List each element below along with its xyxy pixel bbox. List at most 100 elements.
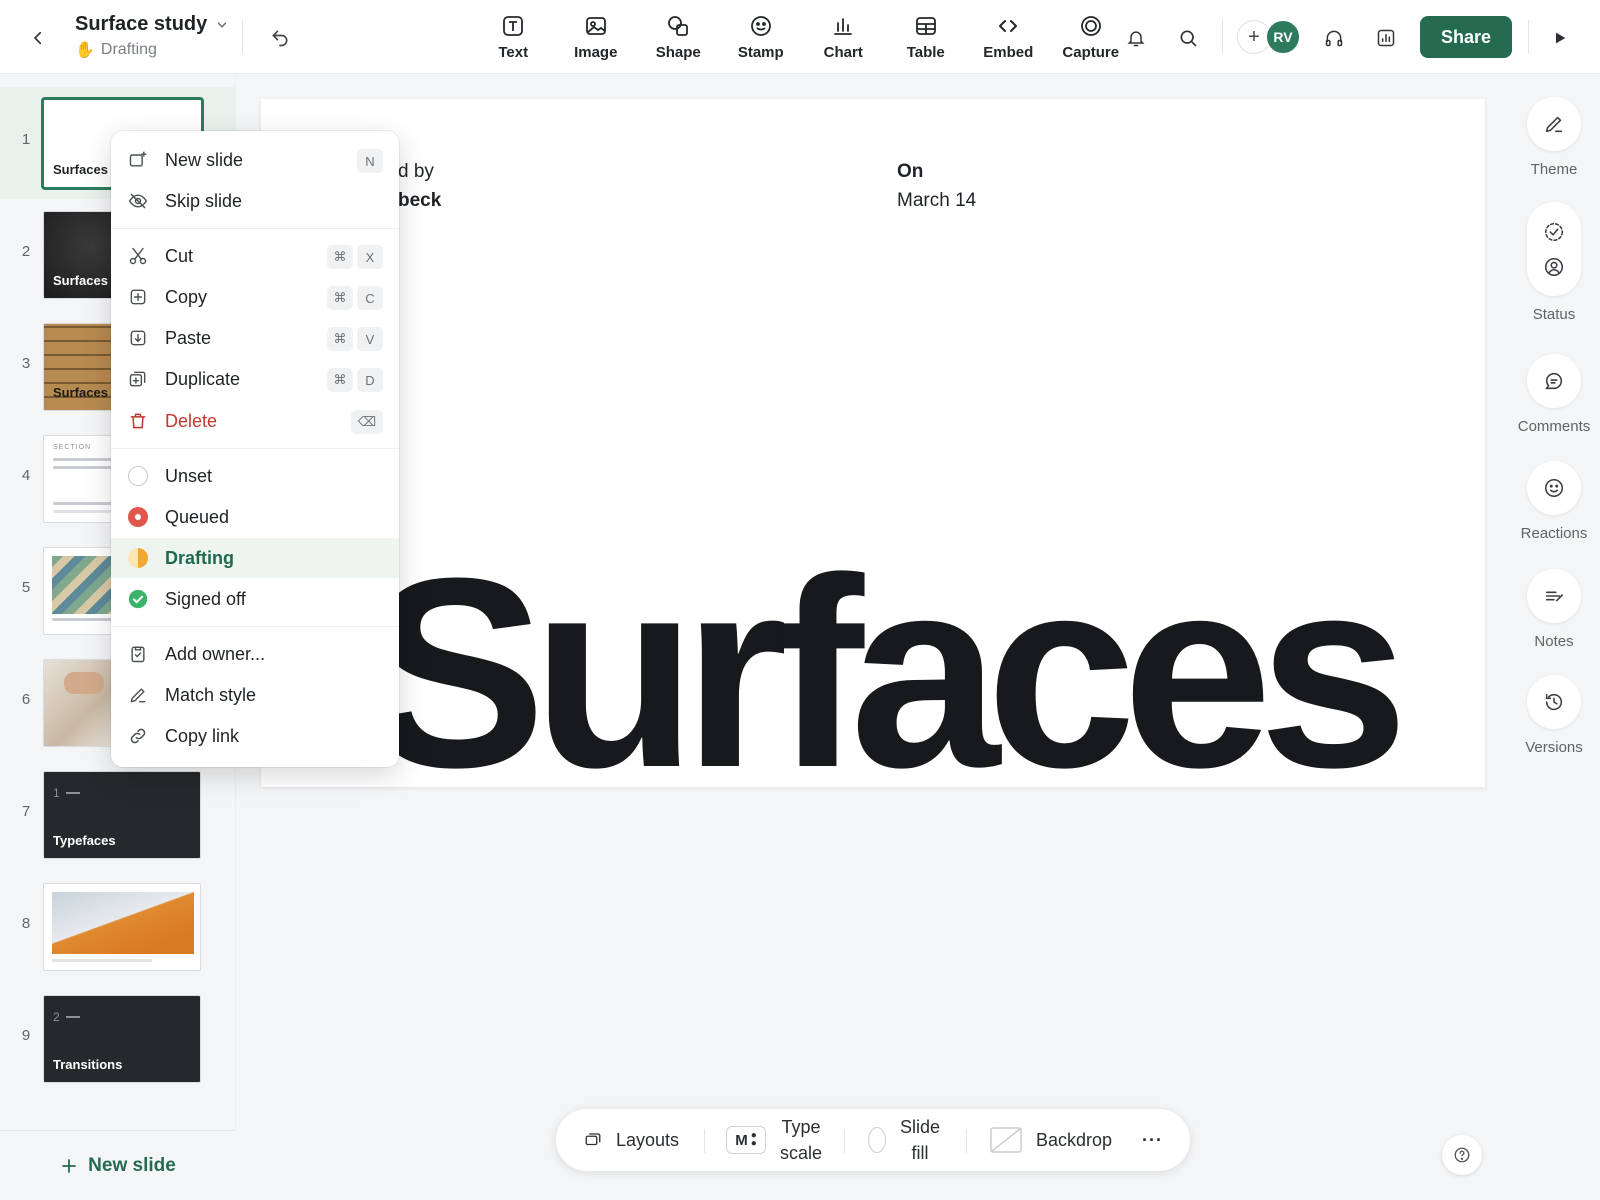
undo-button[interactable] xyxy=(266,24,294,52)
rail-status[interactable]: Status xyxy=(1508,202,1600,323)
menu-item-delete[interactable]: Delete ⌫ xyxy=(111,401,399,441)
menu-item-skip-slide[interactable]: Skip slide xyxy=(111,181,399,221)
menu-item-label: Cut xyxy=(165,245,194,266)
slide-row[interactable]: 9 2 Transitions xyxy=(0,983,236,1095)
search-button[interactable] xyxy=(1174,24,1202,52)
menu-item-status-drafting[interactable]: Drafting xyxy=(111,538,399,578)
more-options-button[interactable]: ··· xyxy=(1142,1109,1163,1171)
slide-thumbnail[interactable] xyxy=(43,883,201,971)
layouts-label: Layouts xyxy=(616,1129,680,1150)
backdrop-button[interactable]: Backdrop xyxy=(990,1109,1112,1171)
type-scale-button[interactable]: M ● ● Type scale xyxy=(726,1109,822,1171)
theme-button[interactable] xyxy=(1527,97,1581,151)
status-unset-icon xyxy=(128,466,148,486)
versions-button[interactable] xyxy=(1527,675,1581,729)
menu-item-copy-link[interactable]: Copy link xyxy=(111,716,399,756)
date-block[interactable]: On March 14 xyxy=(897,157,976,215)
document-title[interactable]: Surface study xyxy=(75,13,229,36)
shortcut-key: D xyxy=(357,368,383,392)
tool-embed[interactable]: Embed xyxy=(967,14,1050,61)
document-status[interactable]: ✋ Drafting xyxy=(75,40,229,60)
check-circle-icon xyxy=(128,589,148,609)
rail-reactions-label: Reactions xyxy=(1520,525,1588,542)
menu-item-add-owner[interactable]: Add owner... xyxy=(111,634,399,674)
audio-button[interactable] xyxy=(1320,24,1348,52)
new-slide-label: New slide xyxy=(88,1154,176,1176)
menu-item-match-style[interactable]: Match style xyxy=(111,675,399,715)
backdrop-icon xyxy=(990,1127,1022,1153)
tool-table-label: Table xyxy=(906,44,945,61)
slide-row[interactable]: 7 1 Typefaces xyxy=(0,759,236,871)
slide-title[interactable]: Surfaces xyxy=(366,539,1409,788)
slide-thumbnail[interactable]: 1 Typefaces xyxy=(43,771,201,859)
rail-notes[interactable]: Notes xyxy=(1508,569,1600,650)
search-icon xyxy=(1180,30,1197,47)
avatar[interactable]: RV xyxy=(1265,19,1301,55)
rail-status-label: Status xyxy=(1532,306,1576,323)
history-icon xyxy=(1545,693,1563,711)
divider xyxy=(966,1129,967,1153)
slide-thumbnail-label: Surfaces xyxy=(53,273,108,288)
clipboard-check-icon xyxy=(131,646,145,663)
comments-button[interactable] xyxy=(1527,354,1581,408)
slide-number: 9 xyxy=(21,1027,31,1044)
present-button[interactable] xyxy=(1548,26,1572,50)
slide-number: 4 xyxy=(21,467,31,484)
menu-item-duplicate[interactable]: Duplicate ⌘ D xyxy=(111,359,399,399)
text-line xyxy=(52,959,152,962)
more-icon: ··· xyxy=(1142,1129,1163,1150)
slide-thumbnail[interactable]: 2 Transitions xyxy=(43,995,201,1083)
tool-image-label: Image xyxy=(574,44,618,61)
rail-reactions[interactable]: Reactions xyxy=(1508,461,1600,542)
top-bar: Surface study ✋ Drafting Text Image Shap… xyxy=(0,0,1600,74)
menu-item-paste[interactable]: Paste ⌘ V xyxy=(111,318,399,358)
tool-chart[interactable]: Chart xyxy=(802,14,885,61)
slide-canvas[interactable]: d by beck On March 14 Surfaces xyxy=(261,99,1485,787)
analytics-icon xyxy=(1377,29,1395,47)
tool-capture[interactable]: Capture xyxy=(1050,14,1133,61)
tool-table[interactable]: Table xyxy=(885,14,968,61)
bell-icon xyxy=(1127,31,1145,47)
chart-icon xyxy=(834,18,853,35)
status-pill[interactable] xyxy=(1527,202,1581,296)
menu-item-status-queued[interactable]: Queued xyxy=(111,497,399,537)
reactions-button[interactable] xyxy=(1527,461,1581,515)
rail-versions[interactable]: Versions xyxy=(1508,675,1600,756)
share-button[interactable]: Share xyxy=(1420,16,1512,58)
tool-shape[interactable]: Shape xyxy=(637,14,720,61)
menu-item-cut[interactable]: Cut ⌘ X xyxy=(111,236,399,276)
right-rail: Theme Status Comments Reactions Notes Ve… xyxy=(1508,75,1600,1200)
shortcut-modifier: ⌘ xyxy=(327,286,353,310)
notes-button[interactable] xyxy=(1527,569,1581,623)
menu-item-new-slide[interactable]: New slide N xyxy=(111,140,399,180)
slide-fill-button[interactable]: Slide fill xyxy=(868,1109,940,1171)
tool-stamp-label: Stamp xyxy=(737,44,784,61)
tool-text[interactable]: Text xyxy=(472,14,555,61)
back-button[interactable] xyxy=(24,24,52,52)
shortcut-key: X xyxy=(357,245,383,269)
shortcut-modifier: ⌘ xyxy=(327,327,353,351)
slide-row[interactable]: 8 xyxy=(0,871,236,983)
slide-context-menu: New slide N Skip slide Cut ⌘ X Copy ⌘ C … xyxy=(111,131,399,767)
menu-item-status-signed-off[interactable]: Signed off xyxy=(111,579,399,619)
paste-icon xyxy=(130,330,146,346)
notifications-button[interactable] xyxy=(1122,24,1150,52)
plus-icon xyxy=(62,1158,77,1173)
help-button[interactable] xyxy=(1442,1135,1482,1175)
rail-theme[interactable]: Theme xyxy=(1508,97,1600,178)
trash-icon xyxy=(130,413,146,429)
new-slide-button[interactable]: New slide xyxy=(0,1130,236,1200)
analytics-button[interactable] xyxy=(1372,24,1400,52)
tool-image[interactable]: Image xyxy=(555,14,638,61)
tool-stamp[interactable]: Stamp xyxy=(720,14,803,61)
shortcut-key: ⌫ xyxy=(351,410,383,434)
menu-item-status-unset[interactable]: Unset xyxy=(111,456,399,496)
shortcut-modifier: ⌘ xyxy=(327,245,353,269)
layouts-button[interactable]: Layouts xyxy=(584,1109,679,1171)
rail-comments[interactable]: Comments xyxy=(1508,354,1600,435)
rail-versions-label: Versions xyxy=(1525,739,1583,756)
document-title-area: Surface study ✋ Drafting xyxy=(75,13,229,60)
menu-item-copy[interactable]: Copy ⌘ C xyxy=(111,277,399,317)
byline[interactable]: d by beck xyxy=(398,157,441,215)
slide-number: 2 xyxy=(21,243,31,260)
